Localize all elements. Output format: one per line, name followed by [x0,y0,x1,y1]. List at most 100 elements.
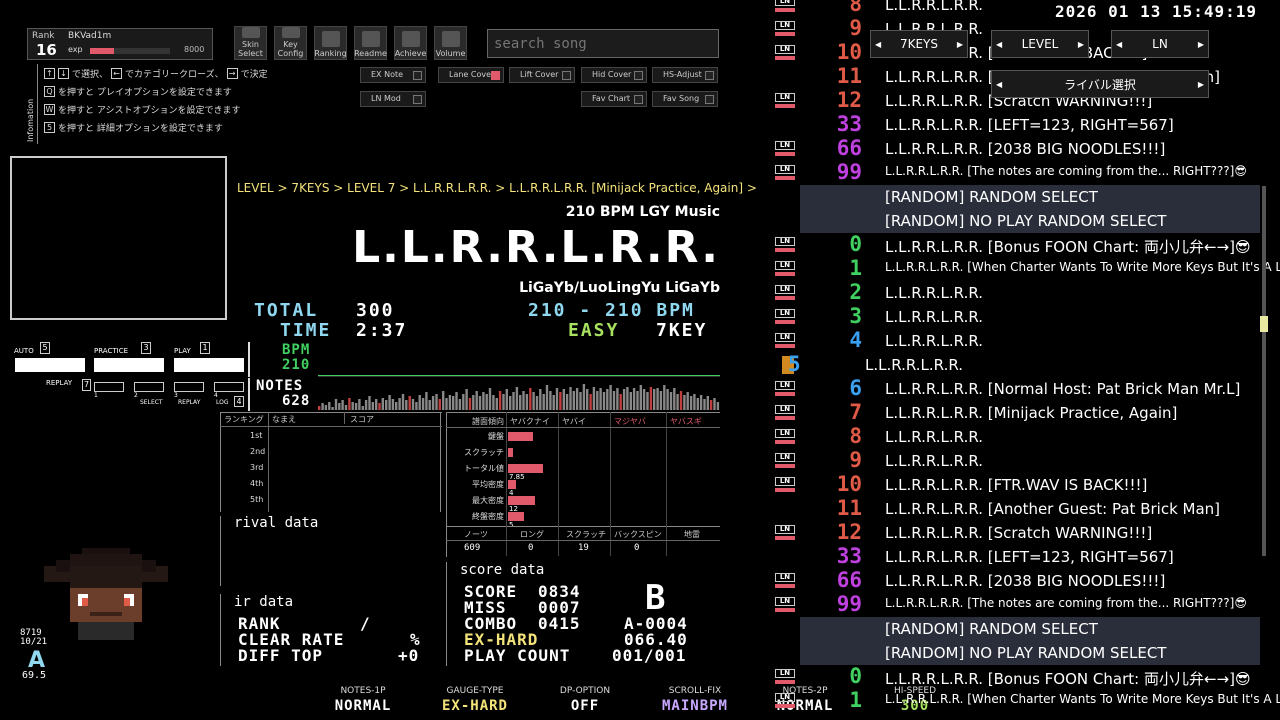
song-row[interactable]: 33 L.L.R.R.L.R.R. [LEFT=123, RIGHT=567] [770,112,1280,137]
scrollbar-thumb[interactable] [1260,316,1268,332]
option-label: Lift Cover [520,70,559,79]
toolbar-button[interactable]: Achieve [394,26,427,60]
song-row[interactable]: LN 8 L.L.R.R.L.R.R. [770,424,1280,449]
rival-select[interactable]: ◀ ライバル選択 ▶ [991,70,1209,98]
checkbox[interactable] [413,95,422,104]
song-row[interactable]: LN 10 L.L.R.R.L.R.R. [FTR.WAV IS BACK!!!] [770,472,1280,497]
option-toggle[interactable]: Hid Cover [581,67,647,83]
density-bar [458,399,462,410]
replay-slot[interactable] [134,382,164,392]
song-row[interactable]: 33 L.L.R.R.L.R.R. [LEFT=123, RIGHT=567] [770,544,1280,569]
song-row[interactable]: LN 66 L.L.R.R.L.R.R. [2038 BIG NOODLES!!!] [770,568,1280,593]
analysis-header-cell: ヤバクナイ [510,417,550,426]
toolbar-button[interactable]: Key Config [274,26,307,60]
sort-filter[interactable]: ◀ LEVEL ▶ [991,30,1089,58]
option-toggle[interactable]: Fav Chart [581,91,647,107]
stats-header-cell: ロング [520,530,544,539]
density-bar [344,405,348,410]
density-bar [535,396,539,410]
song-row[interactable]: LN 7 L.L.R.R.L.R.R. [Minijack Practice, Ag… [770,400,1280,425]
ln-badge-bar [775,296,795,300]
song-row[interactable]: LN 99 L.L.R.R.L.R.R. [The notes are coming… [770,592,1280,617]
song-row[interactable]: LN 66 L.L.R.R.L.R.R. [2038 BIG NOODLES!!!] [770,136,1280,161]
song-row[interactable]: LN 0 L.L.R.R.L.R.R. [Bonus FOON Chart: 両小儿… [770,232,1280,257]
song-row[interactable]: 11 L.L.R.R.L.R.R. [Another Guest: Pat Bri… [770,496,1280,521]
toolbar-button-label: Achieve [394,49,427,58]
practice-button[interactable] [94,358,164,372]
checkbox[interactable] [634,95,643,104]
note-density-graph [318,384,720,410]
song-level: 9 [849,16,862,40]
random-select-row[interactable]: [RANDOM] RANDOM SELECT [800,617,1260,641]
ln-badge-bar [775,584,795,588]
toolbar-button-label: Readme [354,49,387,58]
ln-filter-label: LN [1152,37,1168,51]
toolbar-button-label: Ranking [314,49,347,58]
replay-slot[interactable] [214,382,244,392]
ln-filter[interactable]: ◀ LN ▶ [1111,30,1209,58]
density-bar [455,392,458,410]
random-select-row[interactable]: [RANDOM] NO PLAY RANDOM SELECT [800,209,1260,233]
random-select-row[interactable]: [RANDOM] RANDOM SELECT [800,185,1260,209]
checkbox[interactable] [705,95,714,104]
stats-col-line [610,526,611,556]
ir-diff-value: +0 [398,646,420,665]
density-bar [689,396,693,410]
toolbar-button[interactable]: Skin Select [234,26,267,60]
song-title: L.L.R.R.L.R.R. [2038 BIG NOODLES!!!] [885,572,1166,590]
density-bar [659,391,663,410]
ln-badge-icon: LN [775,93,795,109]
song-row[interactable]: LN 9 L.L.R.R.L.R.R. [770,448,1280,473]
checkbox[interactable] [562,71,571,80]
chevron-left-icon: ◀ [996,80,1003,89]
song-title: L.L.R.R.L.R.R. [When Charter Wants To Wr… [885,260,1280,274]
song-row[interactable]: LN 4 L.L.R.R.L.R.R. [770,328,1280,353]
density-bar [408,396,411,410]
option-toggle[interactable]: Lane Cover [438,67,504,83]
song-row[interactable]: 5 L.L.R.R.L.R.R. [780,352,1280,377]
ln-badge-icon: LN [775,237,795,253]
song-title: L.L.R.R.L.R.R. [Scratch WARNING!!!] [885,524,1153,542]
total-value: 300 [356,300,395,321]
density-bar [468,398,472,410]
song-row[interactable]: LN 99 L.L.R.R.L.R.R. [The notes are coming… [770,160,1280,185]
toolbar-button[interactable]: Readme [354,26,387,60]
checkbox[interactable] [634,71,643,80]
song-row[interactable]: LN 3 L.L.R.R.L.R.R. [770,304,1280,329]
song-row[interactable]: LN 6 L.L.R.R.L.R.R. [Normal Host: Pat Bric… [770,376,1280,401]
checkbox[interactable] [491,71,500,80]
density-bar [589,394,592,410]
ir-diff-label: DIFF TOP [238,646,324,665]
ln-badge-icon: LN [775,309,795,325]
option-toggle[interactable]: Lift Cover [509,67,575,83]
option-toggle[interactable]: Fav Song [652,91,718,107]
toolbar-button[interactable]: Volume [434,26,467,60]
toolbar-button[interactable]: Ranking [314,26,347,60]
replay-slot[interactable] [174,382,204,392]
song-row[interactable]: LN 12 L.L.R.R.L.R.R. [Scratch WARNING!!!] [770,520,1280,545]
keys-filter[interactable]: ◀ 7KEYS ▶ [870,30,968,58]
search-input[interactable] [487,29,719,58]
song-row[interactable]: LN 1 L.L.R.R.L.R.R. [When Charter Wants To… [770,688,1280,713]
replay-slot[interactable] [94,382,124,392]
analysis-col-line [666,412,667,526]
option-toggle[interactable]: HS-Adjust [652,67,718,83]
play-mode-panel: AUTO 5 PRACTICE 3 PLAY 1 REPLAY 7 1 2 3 4 S… [14,342,246,408]
density-bar [706,396,709,410]
checkbox[interactable] [705,71,714,80]
option-label: Fav Song [663,94,700,103]
song-row[interactable]: LN 0 L.L.R.R.L.R.R. [Bonus FOON Chart: 両小儿… [770,664,1280,689]
scrollbar-track[interactable] [1262,186,1266,556]
auto-button[interactable] [15,358,85,372]
checkbox[interactable] [413,71,422,80]
song-row[interactable]: LN 2 L.L.R.R.L.R.R. [770,280,1280,305]
ln-badge-bar [775,704,795,708]
random-select-row[interactable]: [RANDOM] NO PLAY RANDOM SELECT [800,641,1260,665]
analysis-bar: 5 [508,512,524,529]
density-bar [642,389,646,410]
density-bar [385,400,388,410]
play-button[interactable] [174,358,244,372]
song-row[interactable]: LN 1 L.L.R.R.L.R.R. [When Charter Wants To… [770,256,1280,281]
analysis-row-label: 平均密度 [472,480,504,489]
ln-badge-icon: LN [775,669,795,685]
